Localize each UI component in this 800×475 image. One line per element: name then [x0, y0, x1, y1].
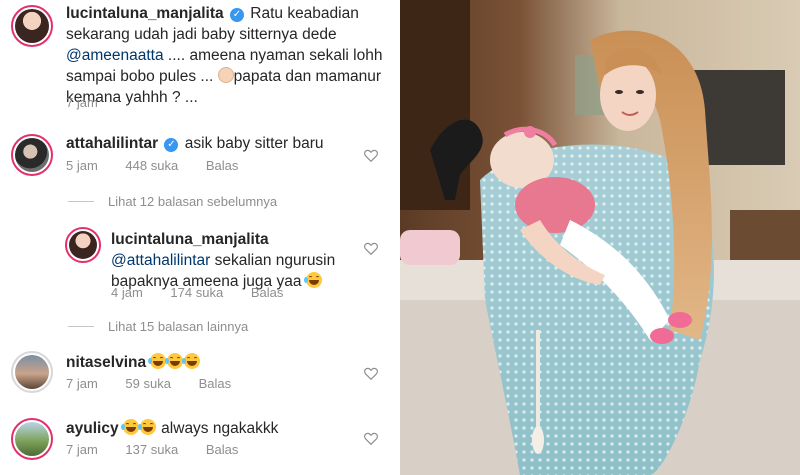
comment-username[interactable]: attahalilintar: [66, 135, 158, 152]
avatar[interactable]: [11, 134, 53, 176]
baby-shirt: [515, 177, 595, 233]
tears-of-joy-emoji-icon: [182, 353, 201, 369]
baby-emoji-icon: [217, 67, 234, 83]
caption-mention[interactable]: @ameenaatta: [66, 47, 164, 64]
tears-of-joy-emoji-icon: [137, 419, 156, 435]
view-previous-label: Lihat 12 balasan sebelumnya: [108, 194, 278, 209]
reply-mention[interactable]: @attahalilintar: [111, 252, 210, 269]
heart-icon[interactable]: [364, 432, 378, 445]
reply-button[interactable]: Balas: [206, 158, 239, 173]
baby-sock: [650, 328, 674, 344]
verified-badge-icon: ✓: [164, 138, 179, 152]
heart-icon[interactable]: [364, 367, 378, 380]
baby-sock: [668, 312, 692, 328]
comment-text: nitaselvina: [66, 352, 366, 373]
heart-icon[interactable]: [364, 242, 378, 255]
heart-icon[interactable]: [364, 149, 378, 162]
pillow: [400, 230, 460, 265]
comment-text: ayulicy always ngakakkk: [66, 418, 366, 439]
reply-text: lucintaluna_manjalita @attahalilintar se…: [111, 229, 371, 292]
tears-of-joy-emoji-icon: [303, 272, 322, 288]
view-previous-replies[interactable]: Lihat 12 balasan sebelumnya: [68, 194, 277, 209]
comment-meta: 7 jam 137 suka Balas: [66, 442, 262, 457]
divider-line: [68, 201, 94, 202]
photo-illustration: [400, 0, 800, 475]
reply-button[interactable]: Balas: [251, 285, 284, 300]
comment-meta: 5 jam 448 suka Balas: [66, 158, 262, 173]
comment-body: always ngakakkk: [156, 420, 279, 437]
reply-button[interactable]: Balas: [199, 376, 232, 391]
comment-username[interactable]: nitaselvina: [66, 354, 146, 371]
reply-meta: 4 jam 174 suka Balas: [111, 285, 307, 300]
comment-body: asik baby sitter baru: [184, 135, 324, 152]
tassel-end: [532, 426, 544, 454]
tears-of-joy-emoji-icon: [120, 419, 139, 435]
comment-meta: 7 jam 59 suka Balas: [66, 376, 255, 391]
avatar[interactable]: [65, 227, 101, 263]
comment-time: 7 jam: [66, 376, 98, 391]
view-more-replies[interactable]: Lihat 15 balasan lainnya: [68, 319, 248, 334]
avatar[interactable]: [11, 5, 53, 47]
reply-likes[interactable]: 174 suka: [170, 285, 223, 300]
caption-meta: 7 jam: [66, 95, 122, 110]
comments-panel: lucintaluna_manjalita ✓ Ratu keabadian s…: [0, 0, 400, 475]
comment-likes[interactable]: 137 suka: [125, 442, 178, 457]
shelf: [400, 0, 470, 210]
verified-badge-icon: ✓: [229, 8, 244, 22]
tears-of-joy-emoji-icon: [148, 353, 167, 369]
tassel: [536, 330, 540, 430]
comment-username[interactable]: ayulicy: [66, 420, 119, 437]
caption-username[interactable]: lucintaluna_manjalita: [66, 5, 224, 22]
comment-text: attahalilintar ✓ asik baby sitter baru: [66, 133, 366, 154]
comment-likes[interactable]: 59 suka: [125, 376, 171, 391]
tears-of-joy-emoji-icon: [165, 353, 184, 369]
reply-button[interactable]: Balas: [206, 442, 239, 457]
eye: [636, 90, 644, 94]
caption-text: lucintaluna_manjalita ✓ Ratu keabadian s…: [66, 3, 386, 108]
caption-time: 7 jam: [66, 95, 98, 110]
reply-username[interactable]: lucintaluna_manjalita: [111, 231, 269, 248]
reply-time: 4 jam: [111, 285, 143, 300]
divider-line: [68, 326, 94, 327]
comment-time: 7 jam: [66, 442, 98, 457]
headband-bow: [524, 126, 536, 138]
eye: [615, 90, 623, 94]
post-photo: [400, 0, 800, 475]
comment-time: 5 jam: [66, 158, 98, 173]
avatar[interactable]: [11, 418, 53, 460]
avatar[interactable]: [11, 351, 53, 393]
comment-likes[interactable]: 448 suka: [125, 158, 178, 173]
view-more-label: Lihat 15 balasan lainnya: [108, 319, 249, 334]
